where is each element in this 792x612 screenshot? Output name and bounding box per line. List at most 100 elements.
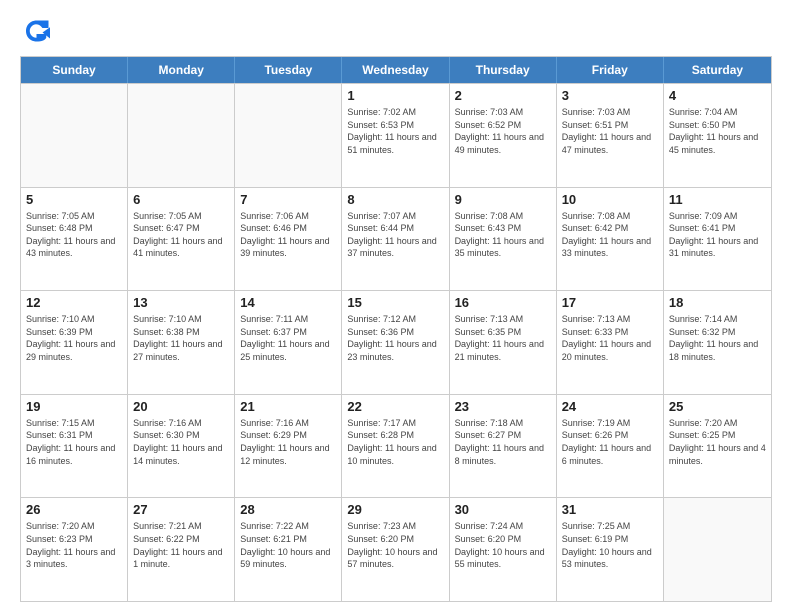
day-of-week-header: Friday — [557, 57, 664, 83]
day-info: Sunrise: 7:17 AM Sunset: 6:28 PM Dayligh… — [347, 417, 443, 467]
day-number: 13 — [133, 295, 229, 310]
calendar-cell: 6 Sunrise: 7:05 AM Sunset: 6:47 PM Daylig… — [128, 188, 235, 291]
day-info: Sunrise: 7:14 AM Sunset: 6:32 PM Dayligh… — [669, 313, 766, 363]
day-info: Sunrise: 7:09 AM Sunset: 6:41 PM Dayligh… — [669, 210, 766, 260]
calendar-cell: 22 Sunrise: 7:17 AM Sunset: 6:28 PM Dayli… — [342, 395, 449, 498]
day-of-week-header: Monday — [128, 57, 235, 83]
day-info: Sunrise: 7:03 AM Sunset: 6:51 PM Dayligh… — [562, 106, 658, 156]
day-number: 29 — [347, 502, 443, 517]
calendar-cell: 28 Sunrise: 7:22 AM Sunset: 6:21 PM Dayli… — [235, 498, 342, 601]
day-number: 9 — [455, 192, 551, 207]
calendar-cell: 8 Sunrise: 7:07 AM Sunset: 6:44 PM Daylig… — [342, 188, 449, 291]
calendar-cell: 16 Sunrise: 7:13 AM Sunset: 6:35 PM Dayli… — [450, 291, 557, 394]
day-number: 23 — [455, 399, 551, 414]
day-number: 27 — [133, 502, 229, 517]
day-info: Sunrise: 7:22 AM Sunset: 6:21 PM Dayligh… — [240, 520, 336, 570]
day-number: 4 — [669, 88, 766, 103]
day-info: Sunrise: 7:10 AM Sunset: 6:39 PM Dayligh… — [26, 313, 122, 363]
calendar-cell — [128, 84, 235, 187]
day-number: 25 — [669, 399, 766, 414]
calendar-cell: 12 Sunrise: 7:10 AM Sunset: 6:39 PM Dayli… — [21, 291, 128, 394]
day-number: 17 — [562, 295, 658, 310]
calendar-cell: 25 Sunrise: 7:20 AM Sunset: 6:25 PM Dayli… — [664, 395, 771, 498]
day-number: 7 — [240, 192, 336, 207]
calendar-cell: 29 Sunrise: 7:23 AM Sunset: 6:20 PM Dayli… — [342, 498, 449, 601]
day-number: 24 — [562, 399, 658, 414]
calendar-cell: 11 Sunrise: 7:09 AM Sunset: 6:41 PM Dayli… — [664, 188, 771, 291]
calendar-cell — [235, 84, 342, 187]
day-info: Sunrise: 7:23 AM Sunset: 6:20 PM Dayligh… — [347, 520, 443, 570]
day-number: 11 — [669, 192, 766, 207]
calendar-cell: 5Sunrise: 7:05 AM Sunset: 6:48 PM Daylig… — [21, 188, 128, 291]
calendar-cell: 14 Sunrise: 7:11 AM Sunset: 6:37 PM Dayli… — [235, 291, 342, 394]
calendar-body: 1Sunrise: 7:02 AM Sunset: 6:53 PM Daylig… — [21, 83, 771, 601]
day-info: Sunrise: 7:20 AM Sunset: 6:25 PM Dayligh… — [669, 417, 766, 467]
day-info: Sunrise: 7:08 AM Sunset: 6:43 PM Dayligh… — [455, 210, 551, 260]
day-number: 16 — [455, 295, 551, 310]
day-info: Sunrise: 7:07 AM Sunset: 6:44 PM Dayligh… — [347, 210, 443, 260]
day-number: 22 — [347, 399, 443, 414]
calendar-cell — [664, 498, 771, 601]
day-info: Sunrise: 7:05 AM Sunset: 6:48 PM Dayligh… — [26, 210, 122, 260]
day-info: Sunrise: 7:25 AM Sunset: 6:19 PM Dayligh… — [562, 520, 658, 570]
calendar-cell: 1Sunrise: 7:02 AM Sunset: 6:53 PM Daylig… — [342, 84, 449, 187]
calendar-week: 12 Sunrise: 7:10 AM Sunset: 6:39 PM Dayli… — [21, 290, 771, 394]
day-number: 19 — [26, 399, 122, 414]
calendar-cell: 10 Sunrise: 7:08 AM Sunset: 6:42 PM Dayli… — [557, 188, 664, 291]
calendar-week: 1Sunrise: 7:02 AM Sunset: 6:53 PM Daylig… — [21, 83, 771, 187]
day-info: Sunrise: 7:21 AM Sunset: 6:22 PM Dayligh… — [133, 520, 229, 570]
day-info: Sunrise: 7:18 AM Sunset: 6:27 PM Dayligh… — [455, 417, 551, 467]
calendar-cell: 17 Sunrise: 7:13 AM Sunset: 6:33 PM Dayli… — [557, 291, 664, 394]
logo-icon — [20, 16, 50, 46]
calendar-cell: 30 Sunrise: 7:24 AM Sunset: 6:20 PM Dayli… — [450, 498, 557, 601]
day-number: 14 — [240, 295, 336, 310]
day-info: Sunrise: 7:13 AM Sunset: 6:33 PM Dayligh… — [562, 313, 658, 363]
day-info: Sunrise: 7:11 AM Sunset: 6:37 PM Dayligh… — [240, 313, 336, 363]
day-number: 28 — [240, 502, 336, 517]
day-info: Sunrise: 7:06 AM Sunset: 6:46 PM Dayligh… — [240, 210, 336, 260]
calendar-cell: 3 Sunrise: 7:03 AM Sunset: 6:51 PM Daylig… — [557, 84, 664, 187]
calendar-cell — [21, 84, 128, 187]
day-number: 21 — [240, 399, 336, 414]
day-info: Sunrise: 7:05 AM Sunset: 6:47 PM Dayligh… — [133, 210, 229, 260]
calendar-header: SundayMondayTuesdayWednesdayThursdayFrid… — [21, 57, 771, 83]
calendar-cell: 23 Sunrise: 7:18 AM Sunset: 6:27 PM Dayli… — [450, 395, 557, 498]
calendar-cell: 27 Sunrise: 7:21 AM Sunset: 6:22 PM Dayli… — [128, 498, 235, 601]
day-info: Sunrise: 7:12 AM Sunset: 6:36 PM Dayligh… — [347, 313, 443, 363]
header — [20, 16, 772, 46]
calendar-cell: 20 Sunrise: 7:16 AM Sunset: 6:30 PM Dayli… — [128, 395, 235, 498]
calendar-cell: 2Sunrise: 7:03 AM Sunset: 6:52 PM Daylig… — [450, 84, 557, 187]
calendar-cell: 18 Sunrise: 7:14 AM Sunset: 6:32 PM Dayli… — [664, 291, 771, 394]
day-info: Sunrise: 7:08 AM Sunset: 6:42 PM Dayligh… — [562, 210, 658, 260]
day-number: 2 — [455, 88, 551, 103]
day-number: 8 — [347, 192, 443, 207]
calendar-week: 19 Sunrise: 7:15 AM Sunset: 6:31 PM Dayli… — [21, 394, 771, 498]
calendar-cell: 31 Sunrise: 7:25 AM Sunset: 6:19 PM Dayli… — [557, 498, 664, 601]
day-info: Sunrise: 7:16 AM Sunset: 6:29 PM Dayligh… — [240, 417, 336, 467]
day-info: Sunrise: 7:15 AM Sunset: 6:31 PM Dayligh… — [26, 417, 122, 467]
calendar-cell: 26 Sunrise: 7:20 AM Sunset: 6:23 PM Dayli… — [21, 498, 128, 601]
day-number: 26 — [26, 502, 122, 517]
calendar: SundayMondayTuesdayWednesdayThursdayFrid… — [20, 56, 772, 602]
day-info: Sunrise: 7:13 AM Sunset: 6:35 PM Dayligh… — [455, 313, 551, 363]
calendar-week: 5Sunrise: 7:05 AM Sunset: 6:48 PM Daylig… — [21, 187, 771, 291]
day-number: 1 — [347, 88, 443, 103]
day-info: Sunrise: 7:04 AM Sunset: 6:50 PM Dayligh… — [669, 106, 766, 156]
day-number: 10 — [562, 192, 658, 207]
day-number: 18 — [669, 295, 766, 310]
calendar-cell: 15Sunrise: 7:12 AM Sunset: 6:36 PM Dayli… — [342, 291, 449, 394]
page: SundayMondayTuesdayWednesdayThursdayFrid… — [0, 0, 792, 612]
day-number: 20 — [133, 399, 229, 414]
day-info: Sunrise: 7:19 AM Sunset: 6:26 PM Dayligh… — [562, 417, 658, 467]
day-info: Sunrise: 7:24 AM Sunset: 6:20 PM Dayligh… — [455, 520, 551, 570]
day-number: 31 — [562, 502, 658, 517]
day-info: Sunrise: 7:20 AM Sunset: 6:23 PM Dayligh… — [26, 520, 122, 570]
day-number: 30 — [455, 502, 551, 517]
day-info: Sunrise: 7:10 AM Sunset: 6:38 PM Dayligh… — [133, 313, 229, 363]
calendar-cell: 21 Sunrise: 7:16 AM Sunset: 6:29 PM Dayli… — [235, 395, 342, 498]
day-info: Sunrise: 7:16 AM Sunset: 6:30 PM Dayligh… — [133, 417, 229, 467]
day-number: 3 — [562, 88, 658, 103]
calendar-cell: 7 Sunrise: 7:06 AM Sunset: 6:46 PM Daylig… — [235, 188, 342, 291]
day-number: 12 — [26, 295, 122, 310]
day-number: 6 — [133, 192, 229, 207]
